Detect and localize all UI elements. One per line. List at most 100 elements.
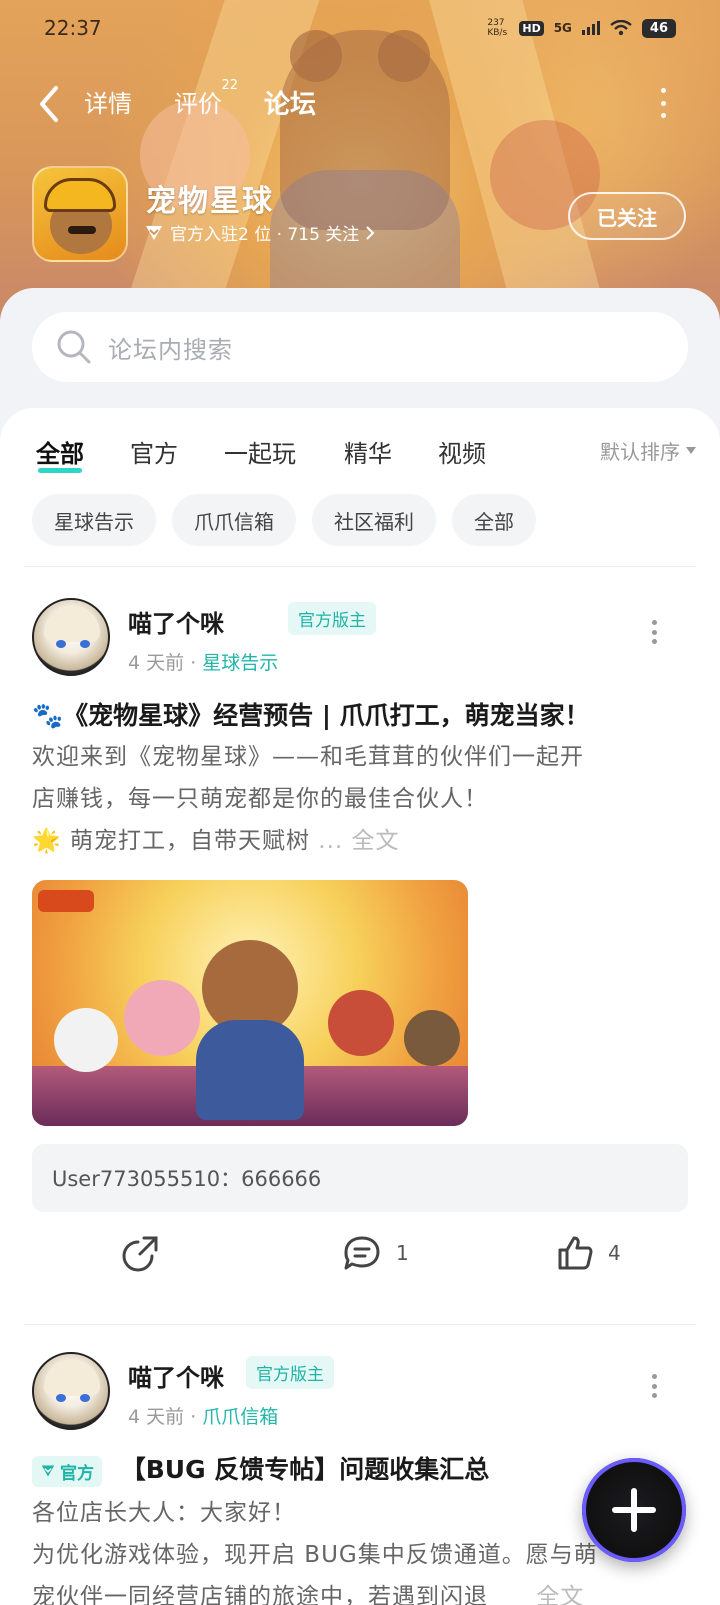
chip-label: 社区福利: [334, 509, 414, 534]
post-title[interactable]: 🐾《宠物星球》经营预告 | 爪爪打工，萌宠当家！: [32, 696, 692, 732]
post-body-line: 店赚钱，每一只萌宠都是你的最佳合伙人！: [32, 786, 488, 812]
tab-forum-label: 论坛: [264, 90, 317, 120]
post-more-button[interactable]: [650, 1374, 658, 1398]
post-more-button[interactable]: [650, 620, 658, 644]
moderator-badge: 官方版主: [246, 1356, 334, 1389]
caret-down-icon: [686, 446, 696, 454]
meta-separator: ·: [190, 1406, 203, 1428]
tab-forum[interactable]: 论坛: [262, 84, 319, 121]
category-tab-video[interactable]: 视频: [438, 434, 486, 469]
category-tab-label: 视频: [438, 440, 486, 468]
game-icon[interactable]: [32, 166, 128, 262]
plus-icon: [612, 1488, 656, 1532]
game-icon-mustache: [68, 226, 96, 234]
game-icon-helmet: [44, 178, 116, 212]
meta-separator: ·: [190, 652, 203, 674]
game-title: 宠物星球: [146, 184, 274, 219]
avatar[interactable]: [32, 1352, 110, 1430]
post-ellipsis: ...: [309, 828, 352, 854]
game-meta-link[interactable]: 官方入驻2 位 · 715 关注: [144, 220, 375, 245]
forum-sheet: 论坛内搜索 全部 官方 一起玩 精华 视频 默认排序 星球告示 爪爪信箱 社区福…: [0, 288, 720, 1605]
diamond-heart-icon: [146, 225, 162, 240]
post-image-logo: [38, 890, 94, 912]
post-body-line: 🌟 萌宠打工，自带天赋树: [32, 828, 310, 854]
like-count: 4: [608, 1241, 621, 1265]
chip-community-benefits[interactable]: 社区福利: [312, 494, 436, 546]
category-tab-play-together[interactable]: 一起玩: [224, 434, 296, 469]
tab-reviews[interactable]: 评价 22: [174, 78, 238, 119]
post-image-bear-suit: [196, 1020, 304, 1120]
post-body-line: 宠伙伴一同经营店铺的旅途中，若遇到闪退: [32, 1584, 488, 1605]
review-count-badge: 22: [221, 78, 238, 93]
category-tab-all[interactable]: 全部: [36, 434, 84, 473]
search-input[interactable]: 论坛内搜索: [32, 312, 688, 382]
category-tab-featured[interactable]: 精华: [344, 434, 392, 469]
chip-all[interactable]: 全部: [452, 494, 536, 546]
post-image[interactable]: [32, 880, 468, 1126]
post-image-clown: [328, 990, 394, 1056]
create-post-button[interactable]: [582, 1458, 686, 1562]
signal-icon: [581, 21, 600, 35]
moderator-badge: 官方版主: [288, 602, 376, 635]
chip-planet-notice[interactable]: 星球告示: [32, 494, 156, 546]
status-bar: 22:37 237 KB/s HD 5G 46: [0, 0, 720, 56]
category-tabs: 全部 官方 一起玩 精华 视频 默认排序: [36, 434, 696, 474]
chip-paw-mailbox[interactable]: 爪爪信箱: [172, 494, 296, 546]
read-more-link[interactable]: 全文: [352, 828, 400, 854]
post-body-line-last: 宠伙伴一同经营店铺的旅途中，若遇到闪退 全文: [32, 1576, 692, 1605]
share-button[interactable]: [122, 1234, 160, 1272]
back-button[interactable]: [34, 84, 64, 124]
post-card: 喵了个咪 官方版主 4 天前 · 星球告示 🐾《宠物星球》经营预告 | 爪爪打工…: [0, 598, 720, 1288]
comment-count: 1: [396, 1241, 409, 1265]
category-tab-official[interactable]: 官方: [130, 434, 178, 469]
post-author[interactable]: 喵了个咪: [128, 604, 224, 639]
search-icon: [57, 330, 91, 364]
chevron-right-icon: [366, 225, 375, 240]
like-button[interactable]: 4: [556, 1234, 621, 1272]
chip-label: 星球告示: [54, 509, 134, 534]
post-image-cat: [124, 980, 200, 1056]
wifi-icon: [610, 20, 632, 36]
sort-dropdown[interactable]: 默认排序: [600, 436, 696, 465]
divider: [24, 1324, 696, 1325]
top-nav: 详情 评价 22 论坛: [0, 78, 720, 128]
thumbs-up-icon: [558, 1236, 593, 1270]
post-title-text: 【BUG 反馈专帖】问题收集汇总: [120, 1455, 490, 1484]
chip-label: 爪爪信箱: [194, 509, 274, 534]
post-board-link[interactable]: 星球告示: [202, 652, 278, 674]
category-active-indicator: [38, 468, 82, 473]
comment-button[interactable]: 1: [342, 1234, 409, 1272]
diamond-heart-icon: [41, 1465, 55, 1477]
forum-content: 全部 官方 一起玩 精华 视频 默认排序 星球告示 爪爪信箱 社区福利 全部 喵…: [0, 408, 720, 1605]
chevron-left-icon: [40, 86, 58, 122]
category-tab-label: 精华: [344, 440, 392, 468]
post-image-dog: [404, 1010, 460, 1066]
chip-label: 全部: [474, 509, 514, 534]
sort-label: 默认排序: [600, 440, 680, 464]
official-tag-label: 官方: [60, 1463, 94, 1484]
tab-details-label: 详情: [84, 90, 132, 118]
follow-button-label: 已关注: [597, 205, 657, 230]
follow-button[interactable]: 已关注: [568, 192, 686, 240]
top-reply-text: User773055510：666666: [52, 1167, 322, 1191]
post-board-link[interactable]: 爪爪信箱: [202, 1406, 278, 1428]
post-meta: 4 天前 · 爪爪信箱: [128, 1402, 278, 1429]
comment-icon: [344, 1236, 380, 1270]
post-body[interactable]: 欢迎来到《宠物星球》——和毛茸茸的伙伴们一起开 店赚钱，每一只萌宠都是你的最佳合…: [32, 736, 692, 862]
read-more-link[interactable]: 全文: [536, 1584, 584, 1605]
battery-icon: 46: [641, 18, 676, 38]
status-time: 22:37: [44, 16, 102, 40]
board-chips: 星球告示 爪爪信箱 社区福利 全部: [32, 494, 536, 546]
tab-details[interactable]: 详情: [84, 84, 132, 119]
post-author[interactable]: 喵了个咪: [128, 1358, 224, 1393]
game-meta-text: 官方入驻2 位 · 715 关注: [170, 225, 360, 245]
post-actions: 1 4: [0, 1234, 720, 1284]
post-meta: 4 天前 · 星球告示: [128, 648, 278, 675]
avatar[interactable]: [32, 598, 110, 676]
post-image-duck: [54, 1008, 118, 1072]
more-options-button[interactable]: [658, 88, 668, 118]
top-reply[interactable]: User773055510：666666: [32, 1144, 688, 1212]
category-tab-label: 官方: [130, 440, 178, 468]
tab-reviews-label: 评价: [174, 90, 222, 118]
network-label: 5G: [553, 21, 572, 35]
